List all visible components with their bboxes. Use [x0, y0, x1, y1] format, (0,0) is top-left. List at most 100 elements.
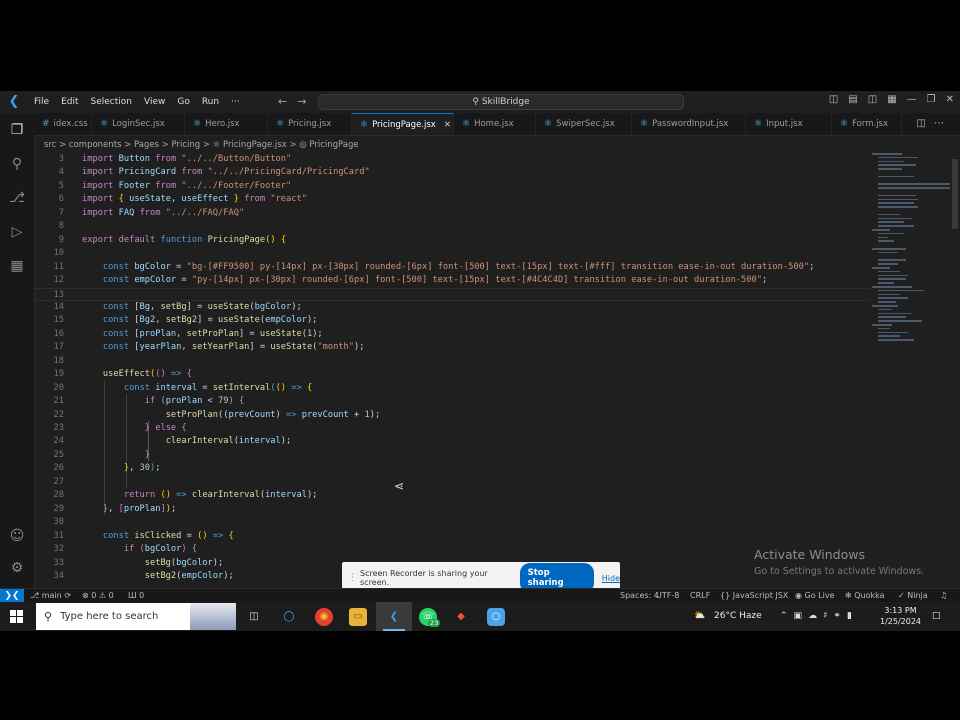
encoding-status[interactable]: UTF-8	[656, 589, 679, 603]
tab-loginsec[interactable]: ⚛ LoginSec.jsx	[92, 113, 185, 135]
code-line[interactable]: 26 }, 30);	[34, 462, 870, 475]
code-line[interactable]: 32 if (bgColor) {	[34, 543, 870, 556]
ninja-status[interactable]: ✓ Ninja	[898, 589, 928, 603]
breadcrumb[interactable]: src > components > Pages > Pricing > ⚛ P…	[44, 140, 359, 150]
code-line[interactable]: 18	[34, 355, 870, 368]
ports-status[interactable]: Ш 0	[128, 589, 144, 603]
code-line[interactable]: 15 const [Bg2, setBg2] = useState(empCol…	[34, 314, 870, 327]
menu-view[interactable]: View	[138, 97, 171, 107]
tab-form[interactable]: ⚛ Form.jsx	[832, 113, 902, 135]
code-line[interactable]: 17 const [yearPlan, setYearPlan] = useSt…	[34, 341, 870, 354]
language-status[interactable]: {} JavaScript JSX	[720, 589, 788, 603]
code-line[interactable]: 16 const [proPlan, setProPlan] = useStat…	[34, 328, 870, 341]
code-line[interactable]: 6 import { useState, useEffect } from "re…	[34, 193, 870, 206]
extensions-icon[interactable]: ▦	[8, 257, 26, 275]
code-line[interactable]: 3 import Button from "../../Button/Button…	[34, 153, 870, 166]
remote-icon[interactable]: ❯❮	[0, 589, 24, 603]
weather-icon[interactable]: ⛅	[694, 602, 705, 631]
branch-status[interactable]: ⎇ main ⟳	[30, 589, 71, 603]
tab-input[interactable]: ⚛ Input.jsx	[746, 113, 832, 135]
notifications-bell-icon[interactable]: ♫	[940, 589, 947, 603]
hide-link[interactable]: Hide	[602, 574, 620, 583]
forward-arrow-icon[interactable]: →	[297, 95, 316, 108]
toggle-sidebar-icon[interactable]: ◫	[829, 94, 838, 105]
code-line[interactable]: 27	[34, 476, 870, 489]
show-hidden-icons-icon[interactable]: ⌃	[780, 611, 794, 621]
code-line[interactable]: 28 return () => clearInterval(interval);	[34, 489, 870, 502]
code-line[interactable]: 8	[34, 220, 870, 233]
taskbar-search[interactable]: ⚲ Type here to search	[36, 603, 236, 630]
snipping-tool-icon[interactable]: ○	[487, 608, 505, 626]
command-center-search[interactable]: ⚲ SkillBridge	[318, 94, 684, 110]
code-line[interactable]: 25 }	[34, 449, 870, 462]
search-icon[interactable]: ⚲	[8, 155, 26, 173]
drag-handle-icon[interactable]: ⋮	[348, 573, 357, 583]
code-editor[interactable]: 3 import Button from "../../Button/Button…	[34, 153, 870, 588]
problems-status[interactable]: ⊗ 0 ⚠ 0	[82, 589, 114, 603]
eol-status[interactable]: CRLF	[690, 589, 710, 603]
quokka-status[interactable]: ✻ Quokka	[845, 589, 885, 603]
source-control-icon[interactable]: ⎇	[8, 189, 26, 207]
code-line[interactable]: 19 useEffect(() => {	[34, 368, 870, 381]
chrome-browser-icon[interactable]: ◉	[315, 608, 333, 626]
file-explorer-icon[interactable]: ▭	[349, 608, 367, 626]
close-icon[interactable]: ✕	[946, 94, 954, 105]
close-tab-icon[interactable]: ✕	[444, 120, 451, 130]
more-actions-icon[interactable]: ⋯	[934, 118, 952, 129]
menu-more[interactable]: ···	[225, 97, 246, 107]
menu-file[interactable]: File	[28, 97, 55, 107]
notification-center-icon[interactable]: □	[932, 602, 941, 631]
restore-icon[interactable]: ❐	[927, 94, 936, 105]
code-line[interactable]: 7 import FAQ from "../../FAQ/FAQ"	[34, 207, 870, 220]
code-line[interactable]: 13	[34, 287, 870, 301]
back-arrow-icon[interactable]: ←	[278, 95, 297, 108]
code-line[interactable]: 11 const bgColor = "bg-[#FF9500] py-[14p…	[34, 261, 870, 274]
code-line[interactable]: 14 const [Bg, setBg] = useState(bgColor)…	[34, 301, 870, 314]
settings-gear-icon[interactable]: ⚙	[8, 559, 26, 577]
usb-icon[interactable]: ▣	[794, 611, 809, 621]
wifi-icon[interactable]: ⚭	[833, 611, 847, 621]
split-editor-icon[interactable]: ◫	[917, 118, 934, 129]
menu-edit[interactable]: Edit	[55, 97, 84, 107]
customize-layout-icon[interactable]: ▦	[887, 94, 896, 105]
code-line[interactable]: 31 const isClicked = () => {	[34, 530, 870, 543]
vscode-taskbar-icon[interactable]: ❮	[385, 608, 403, 626]
code-line[interactable]: 4 import PricingCard from "../../PricingC…	[34, 166, 870, 179]
indentation-status[interactable]: Spaces: 4	[620, 589, 659, 603]
battery-icon[interactable]: ▮	[847, 611, 858, 621]
code-line[interactable]: 5 import Footer from "../../Footer/Footer…	[34, 180, 870, 193]
tab-hero[interactable]: ⚛ Hero.jsx	[185, 113, 268, 135]
code-line[interactable]: 24 clearInterval(interval);	[34, 435, 870, 448]
tab-pricingpage[interactable]: ⚛ PricingPage.jsx ✕	[352, 113, 454, 135]
tab-home[interactable]: ⚛ Home.jsx	[454, 113, 536, 135]
explorer-icon[interactable]: ❐	[8, 121, 26, 139]
code-line[interactable]: 22 setProPlan((prevCount) => prevCount +…	[34, 409, 870, 422]
menu-selection[interactable]: Selection	[85, 97, 138, 107]
git-icon[interactable]: ◆	[452, 608, 470, 626]
windows-start-icon[interactable]	[10, 610, 23, 623]
weather-status[interactable]: 26°C Haze	[714, 602, 762, 631]
code-line[interactable]: 30	[34, 516, 870, 529]
code-line[interactable]: 12 const empColor = "py-[14px] px-[30px]…	[34, 274, 870, 287]
code-line[interactable]: 20 const interval = setInterval(() => {	[34, 382, 870, 395]
network-icon[interactable]: ☁	[808, 611, 823, 621]
menu-go[interactable]: Go	[171, 97, 195, 107]
code-line[interactable]: 23 } else {	[34, 422, 870, 435]
tab-pricing[interactable]: ⚛ Pricing.jsx	[268, 113, 352, 135]
volume-icon[interactable]: ♯	[823, 611, 833, 621]
minimize-icon[interactable]: —	[907, 94, 917, 105]
toggle-panel-icon[interactable]: ▤	[848, 94, 857, 105]
edge-browser-icon[interactable]: ◯	[280, 608, 298, 626]
minimap[interactable]	[870, 153, 954, 353]
tab-passwordinput[interactable]: ⚛ PasswordInput.jsx	[632, 113, 746, 135]
editor-scrollbar[interactable]	[950, 153, 960, 588]
toggle-secondary-sidebar-icon[interactable]: ◫	[868, 94, 877, 105]
accounts-icon[interactable]: ☺	[8, 527, 26, 545]
system-clock[interactable]: 3:13 PM 1/25/2024	[880, 605, 921, 627]
menu-run[interactable]: Run	[196, 97, 225, 107]
go-live-status[interactable]: ◉ Go Live	[795, 589, 835, 603]
code-line[interactable]: 29 }, [proPlan]);	[34, 503, 870, 516]
scroll-thumb[interactable]	[952, 159, 958, 229]
task-view-icon[interactable]: ◫	[245, 608, 263, 626]
code-line[interactable]: 9 export default function PricingPage() {	[34, 234, 870, 247]
